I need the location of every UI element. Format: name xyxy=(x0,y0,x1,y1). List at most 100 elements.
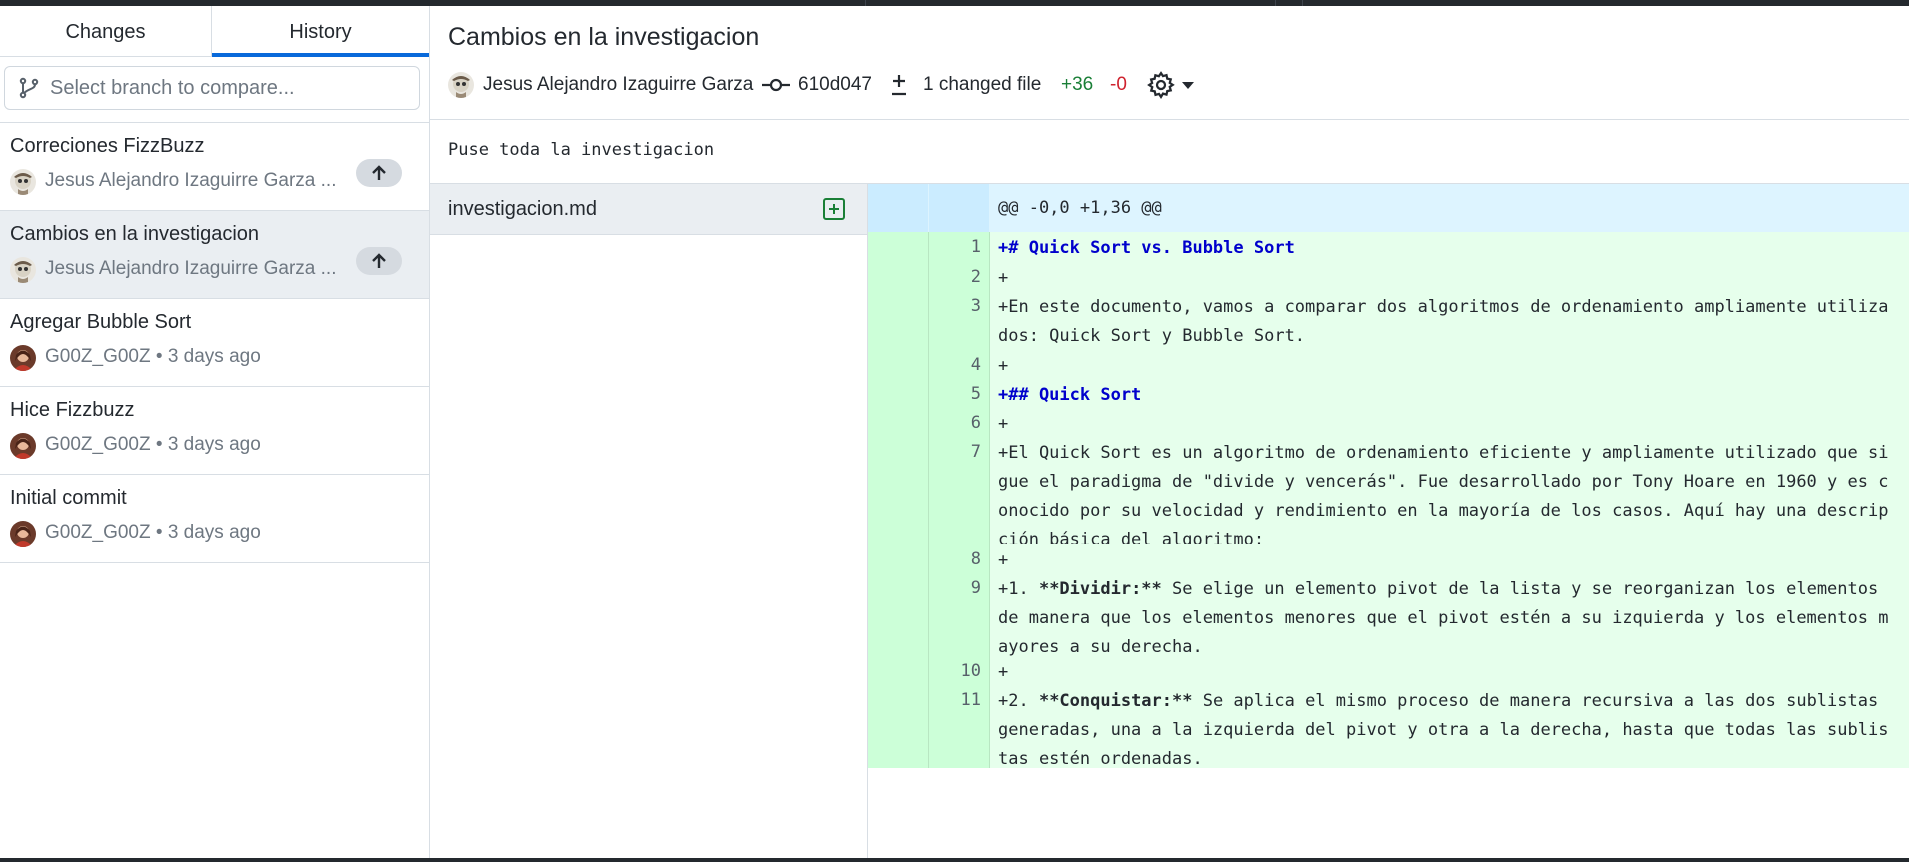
commit-list-item[interactable]: Correciones FizzBuzz Jesus Alejandro Izag… xyxy=(0,123,429,211)
old-line-gutter xyxy=(868,350,929,379)
line-number: 1 xyxy=(970,237,981,257)
changed-files-count: 1 changed file xyxy=(923,74,1042,95)
divider xyxy=(430,119,1909,120)
hunk-header-text: @@ -0,0 +1,36 @@ xyxy=(998,198,1162,218)
commit-author: Jesus Alejandro Izaguirre Garza xyxy=(483,74,754,95)
commit-sha[interactable]: 610d047 xyxy=(798,74,872,96)
old-line-gutter xyxy=(868,232,929,262)
diff-prefix: +2. xyxy=(998,691,1039,711)
commit-message: Puse toda la investigacion xyxy=(448,140,715,160)
new-line-gutter: 6 xyxy=(929,408,990,437)
commit-item-meta: G00Z_G00Z • 3 days ago xyxy=(45,434,261,455)
old-line-gutter xyxy=(868,544,929,573)
old-line-gutter xyxy=(868,656,929,685)
diff-line-text: +El Quick Sort es un algoritmo de ordena… xyxy=(998,443,1889,550)
file-diff-icon xyxy=(892,75,906,96)
diff-line-text: + xyxy=(998,268,1009,288)
line-number: 7 xyxy=(970,442,981,462)
commit-item-meta: Jesus Alejandro Izaguirre Garza ... xyxy=(45,170,337,191)
old-line-gutter xyxy=(868,685,929,768)
new-line-gutter: 2 xyxy=(929,262,990,291)
deletions-count: -0 xyxy=(1110,74,1127,95)
diff-line-text: + xyxy=(998,414,1009,434)
line-number: 6 xyxy=(970,413,981,433)
commit-item-title: Initial commit xyxy=(10,487,127,509)
diff-line: 10 + xyxy=(868,656,1909,685)
old-line-gutter xyxy=(868,291,929,350)
old-line-gutter xyxy=(868,573,929,656)
new-line-gutter: 4 xyxy=(929,350,990,379)
arrow-up-icon xyxy=(372,165,386,180)
diff-line-text: + xyxy=(998,356,1009,376)
diff-line: 8 + xyxy=(868,544,1909,573)
additions-count: +36 xyxy=(1061,74,1094,95)
commit-list-item[interactable]: Initial commit G00Z_G00Z • 3 days ago xyxy=(0,475,429,563)
branch-compare-input[interactable]: Select branch to compare... xyxy=(4,66,420,110)
new-gutter xyxy=(929,184,989,232)
arrow-up-icon xyxy=(372,253,386,268)
old-line-gutter xyxy=(868,408,929,437)
commit-list-item[interactable]: Agregar Bubble Sort G00Z_G00Z • 3 days ag… xyxy=(0,299,429,387)
git-branch-icon xyxy=(19,77,39,99)
unpushed-indicator[interactable] xyxy=(356,159,402,187)
line-number: 10 xyxy=(960,661,981,681)
old-line-gutter xyxy=(868,262,929,291)
branch-compare-placeholder: Select branch to compare... xyxy=(50,77,295,99)
avatar xyxy=(10,257,36,283)
author-avatar xyxy=(448,72,474,98)
diff-line: 4 + xyxy=(868,350,1909,379)
commit-item-title: Agregar Bubble Sort xyxy=(10,311,192,333)
unpushed-indicator[interactable] xyxy=(356,247,402,275)
line-number: 5 xyxy=(970,384,981,404)
avatar xyxy=(10,521,36,547)
diff-line: 3 +En este documento, vamos a comparar do… xyxy=(868,291,1909,350)
old-line-gutter xyxy=(868,379,929,408)
new-line-gutter: 7 xyxy=(929,437,990,544)
commit-meta-row: Jesus Alejandro Izaguirre Garza 610d047 … xyxy=(448,70,1898,100)
avatar xyxy=(10,433,36,459)
new-line-gutter: 10 xyxy=(929,656,990,685)
sidebar-tabs: Changes History xyxy=(0,6,429,57)
diff-line-text: +1. **Dividir:** Se elige un elemento pi… xyxy=(998,573,1898,662)
commit-list-item[interactable]: Hice Fizzbuzz G00Z_G00Z • 3 days ago xyxy=(0,387,429,475)
avatar xyxy=(10,169,36,195)
commit-item-meta: G00Z_G00Z • 3 days ago xyxy=(45,522,261,543)
file-name: investigacion.md xyxy=(448,198,597,220)
new-line-gutter: 9 xyxy=(929,573,990,656)
diff-line-text: +2. **Conquistar:** Se aplica el mismo p… xyxy=(998,685,1898,774)
commit-item-meta: Jesus Alejandro Izaguirre Garza ... xyxy=(45,258,337,279)
diff-line-text: + xyxy=(998,550,1009,570)
new-line-gutter: 1 xyxy=(929,232,990,262)
tab-history[interactable]: History xyxy=(212,6,429,57)
commit-item-meta: G00Z_G00Z • 3 days ago xyxy=(45,346,261,367)
diff-line: 7 +El Quick Sort es un algoritmo de orden… xyxy=(868,437,1909,550)
line-number: 2 xyxy=(970,267,981,287)
commit-item-title: Hice Fizzbuzz xyxy=(10,399,135,421)
commit-title: Cambios en la investigacion xyxy=(448,23,760,51)
chevron-down-icon[interactable] xyxy=(1182,82,1194,89)
diff-line-text: +## Quick Sort xyxy=(998,385,1142,405)
diff-line-text: + xyxy=(998,662,1009,682)
commit-list-item[interactable]: Cambios en la investigacion Jesus Alejand… xyxy=(0,211,429,299)
tab-changes[interactable]: Changes xyxy=(0,6,212,56)
diff-line: 6 + xyxy=(868,408,1909,437)
commit-item-title: Correciones FizzBuzz xyxy=(10,135,205,157)
diff-line: 1 +# Quick Sort vs. Bubble Sort xyxy=(868,232,1909,262)
taskbar-edge xyxy=(0,858,1909,862)
git-commit-icon xyxy=(762,78,790,92)
diff-line-text: +En este documento, vamos a comparar dos… xyxy=(998,297,1889,346)
gear-icon[interactable] xyxy=(1146,70,1176,100)
new-line-gutter: 11 xyxy=(929,685,990,768)
line-number: 4 xyxy=(970,355,981,375)
file-item[interactable]: investigacion.md xyxy=(430,184,867,235)
old-gutter xyxy=(868,184,928,232)
old-line-gutter xyxy=(868,437,929,544)
diff-line: 5 +## Quick Sort xyxy=(868,379,1909,408)
diff-line-text: +# Quick Sort vs. Bubble Sort xyxy=(998,238,1295,258)
file-added-icon xyxy=(823,198,845,220)
diff-line: 9 +1. **Dividir:** Se elige un elemento p… xyxy=(868,573,1909,657)
line-number: 9 xyxy=(970,578,981,598)
diff-line: 2 + xyxy=(868,262,1909,291)
avatar xyxy=(10,345,36,371)
commit-item-title: Cambios en la investigacion xyxy=(10,223,260,245)
